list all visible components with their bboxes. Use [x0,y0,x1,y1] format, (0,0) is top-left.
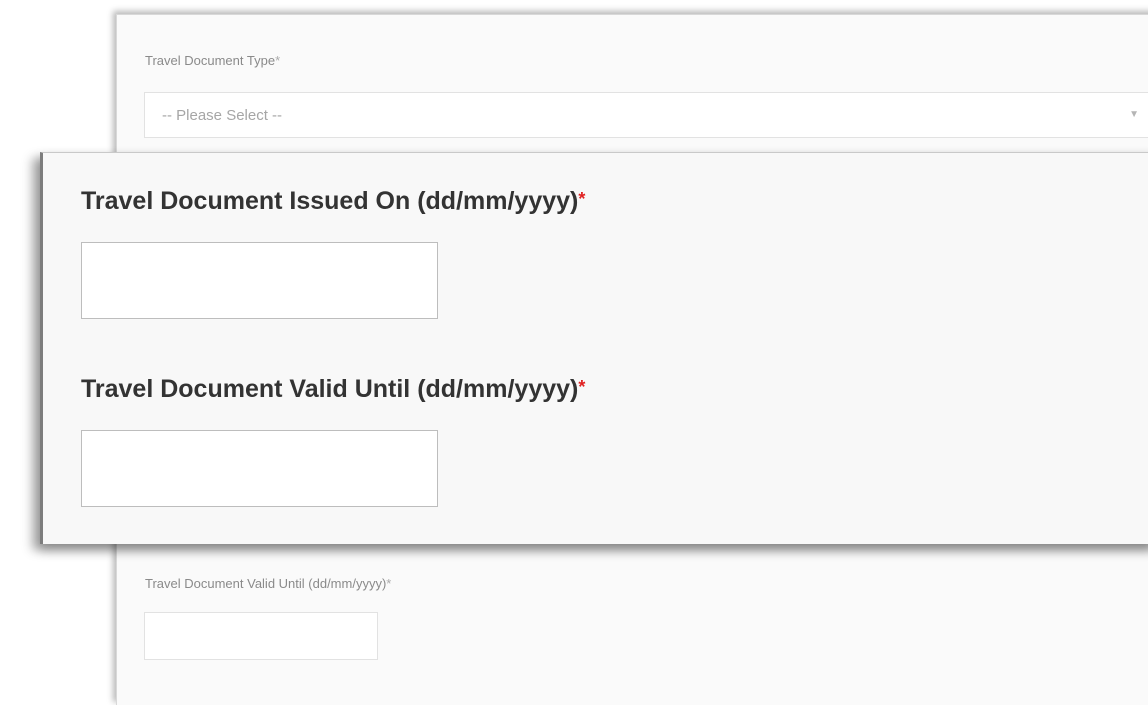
issued-on-label-text: Travel Document Issued On (dd/mm/yyyy) [81,187,579,215]
travel-document-issued-on-input[interactable] [81,242,438,319]
select-selected-value: -- Please Select -- [162,107,283,124]
required-asterisk: * [275,53,281,68]
required-asterisk: * [578,189,586,209]
travel-document-valid-until-input-background[interactable] [144,612,378,660]
zoomed-form-callout: Travel Document Issued On (dd/mm/yyyy)* … [40,152,1148,544]
travel-document-valid-until-label-zoomed: Travel Document Valid Until (dd/mm/yyyy)… [81,375,585,404]
required-asterisk: * [578,377,586,397]
valid-until-label-text: Travel Document Valid Until (dd/mm/yyyy) [81,375,579,403]
travel-document-issued-on-label: Travel Document Issued On (dd/mm/yyyy)* [81,187,585,216]
chevron-down-icon: ▼ [1129,109,1139,120]
required-asterisk: * [386,576,392,591]
travel-document-type-label-text: Travel Document Type [145,53,276,68]
travel-document-type-label: Travel Document Type* [145,53,280,68]
travel-document-valid-until-label-text: Travel Document Valid Until (dd/mm/yyyy) [145,576,387,591]
travel-document-type-select[interactable]: -- Please Select -- ▼ [144,92,1148,138]
travel-document-valid-until-input[interactable] [81,430,438,507]
travel-document-valid-until-label: Travel Document Valid Until (dd/mm/yyyy)… [145,576,391,591]
